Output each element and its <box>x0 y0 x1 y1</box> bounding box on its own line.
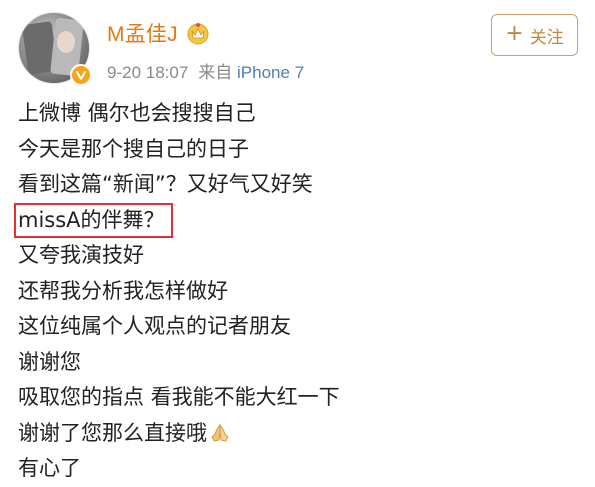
post-line: 吸取您的指点 看我能不能大红一下 <box>18 385 340 409</box>
post-line: 谢谢您 <box>18 349 81 374</box>
follow-label: 关注 <box>529 27 564 48</box>
plus-icon: + <box>505 21 524 46</box>
post-line: 看到这篇“新闻”？又好气又好笑 <box>18 172 313 196</box>
post-line-with-emoji: 谢谢了您那么直接哦 <box>18 416 578 452</box>
post-line: 这位纯属个人观点的记者朋友 <box>18 314 291 338</box>
post-source: 来自 iPhone 7 <box>198 58 304 83</box>
post-line: 上微博 偶尔也会搜搜自己 <box>18 101 256 125</box>
author-name[interactable]: M孟佳J <box>107 18 178 48</box>
avatar[interactable] <box>18 12 92 86</box>
source-device[interactable]: iPhone 7 <box>237 63 304 82</box>
post-line: 有心了 <box>18 456 81 480</box>
post-line: 谢谢了您那么直接哦 <box>18 420 207 445</box>
highlighted-post-line: missA的伴舞？ <box>14 202 173 238</box>
post-body: 上微博 偶尔也会搜搜自己 今天是那个搜自己的日子 看到这篇“新闻”？又好气又好笑… <box>14 96 578 487</box>
praying-hands-icon <box>211 423 229 441</box>
source-prefix: 来自 <box>198 63 233 82</box>
post-time: 9-20 18:07 <box>107 63 189 82</box>
vip-crown-icon <box>187 23 209 45</box>
verified-badge-icon <box>70 64 92 86</box>
post-meta: 9-20 18:07 来自 iPhone 7 <box>107 58 304 83</box>
post-header: M孟佳J 9-20 18:07 来自 iPhone 7 + 关注 <box>0 0 595 100</box>
post-line: 还帮我分析我怎样做好 <box>18 278 228 303</box>
author-row: M孟佳J <box>107 18 210 48</box>
post-line: 今天是那个搜自己的日子 <box>18 136 249 161</box>
follow-button[interactable]: + 关注 <box>491 14 578 56</box>
post-line: 又夸我演技好 <box>18 243 144 267</box>
